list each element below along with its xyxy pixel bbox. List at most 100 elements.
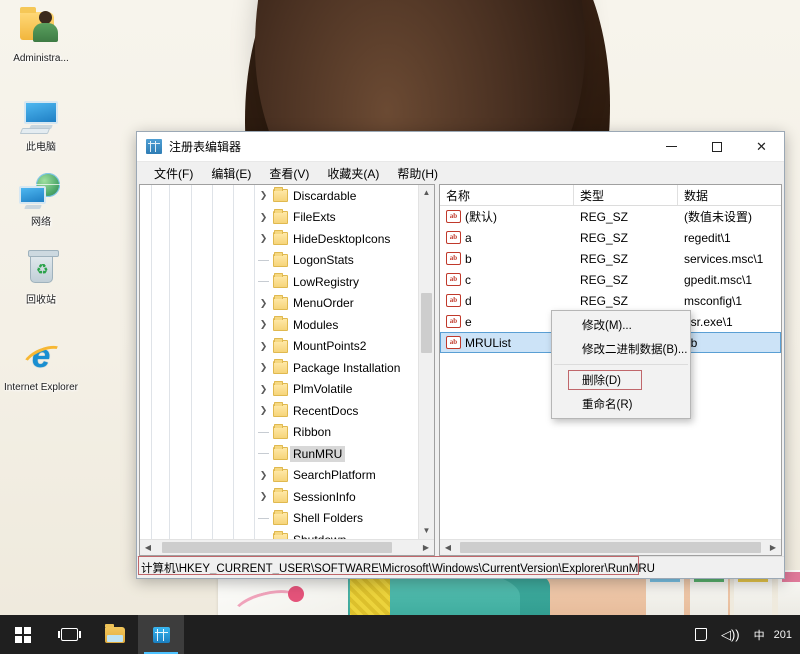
tree-item-label: LowRegistry	[293, 275, 359, 289]
scroll-thumb[interactable]	[421, 293, 432, 353]
tree-item[interactable]: Shutdown	[140, 529, 434, 539]
scroll-right-icon[interactable]: ▶	[418, 543, 434, 552]
chevron-right-icon[interactable]: ❯	[258, 470, 269, 481]
chevron-right-icon[interactable]: ❯	[258, 405, 269, 416]
chevron-right-icon[interactable]: ❯	[258, 212, 269, 223]
chevron-right-icon[interactable]: ❯	[258, 298, 269, 309]
value-row[interactable]: abcREG_SZgpedit.msc\1	[440, 269, 781, 290]
windows-logo-icon	[15, 627, 31, 643]
tree-item[interactable]: ❯HideDesktopIcons	[140, 228, 434, 250]
chevron-right-icon[interactable]: ❯	[258, 319, 269, 330]
tree-item-label: MountPoints2	[293, 339, 366, 353]
chevron-right-icon[interactable]: ❯	[258, 362, 269, 373]
desktop-icon-recycle-bin[interactable]: ♻ 回收站	[4, 250, 78, 306]
tree-item[interactable]: ❯FileExts	[140, 207, 434, 229]
chevron-right-icon[interactable]: ❯	[258, 491, 269, 502]
tree-item-label: RunMRU	[290, 446, 345, 462]
wallpaper-pink-dot	[288, 586, 304, 602]
file-explorer-button[interactable]	[92, 615, 138, 654]
column-header-type[interactable]: 类型	[574, 185, 678, 205]
menu-edit[interactable]: 编辑(E)	[202, 163, 260, 184]
start-button[interactable]	[0, 615, 46, 654]
scroll-right-icon[interactable]: ▶	[765, 543, 781, 552]
scroll-left-icon[interactable]: ◀	[440, 543, 456, 552]
folder-icon	[273, 189, 288, 202]
scroll-thumb-h[interactable]	[460, 542, 761, 553]
ime-tray-button[interactable]: 中	[747, 615, 772, 654]
tree-item[interactable]: ❯SessionInfo	[140, 486, 434, 508]
tree-item[interactable]: RunMRU	[140, 443, 434, 465]
window-title: 注册表编辑器	[169, 138, 649, 155]
desktop-icon-network[interactable]: 网络	[4, 172, 78, 228]
tree-scroll-area: ❯Discardable❯FileExts❯HideDesktopIconsLo…	[140, 185, 434, 539]
menu-file[interactable]: 文件(F)	[145, 163, 202, 184]
tree-item[interactable]: ❯ MenuOrder	[140, 293, 434, 315]
task-view-icon	[61, 628, 78, 641]
value-row[interactable]: abbREG_SZservices.msc\1	[440, 248, 781, 269]
menu-favorites[interactable]: 收藏夹(A)	[318, 163, 388, 184]
chevron-right-icon[interactable]: ❯	[258, 233, 269, 244]
title-bar[interactable]: 注册表编辑器 ✕	[137, 132, 784, 162]
scroll-left-icon[interactable]: ◀	[140, 543, 156, 552]
folder-icon	[273, 404, 288, 417]
menu-help[interactable]: 帮助(H)	[388, 163, 447, 184]
tree-vertical-scrollbar[interactable]: ▲ ▼	[418, 185, 434, 539]
tree-horizontal-scrollbar[interactable]: ◀ ▶	[140, 539, 434, 555]
tree-item[interactable]: ❯Modules	[140, 314, 434, 336]
notification-icon	[695, 628, 707, 641]
tree-item-label: MenuOrder	[293, 296, 354, 310]
tree-item-label: RecentDocs	[293, 404, 358, 418]
tree-item[interactable]: LogonStats	[140, 250, 434, 272]
desktop-icon-internet-explorer[interactable]: e Internet Explorer	[4, 337, 78, 393]
tree-item[interactable]: Ribbon	[140, 422, 434, 444]
column-header-name[interactable]: 名称	[440, 185, 574, 205]
tree-item[interactable]: ❯Package Installation	[140, 357, 434, 379]
desktop-icon-administrator[interactable]: Administra...	[4, 8, 78, 64]
context-menu-item-rename[interactable]: 重命名(R)	[552, 392, 690, 416]
desktop-icon-this-pc[interactable]: 此电脑	[4, 97, 78, 153]
context-menu-item-delete[interactable]: 删除(D)	[552, 368, 690, 392]
registry-path: 计算机\HKEY_CURRENT_USER\SOFTWARE\Microsoft…	[141, 560, 655, 576]
values-horizontal-scrollbar[interactable]: ◀ ▶	[440, 539, 781, 555]
close-button[interactable]: ✕	[739, 132, 784, 161]
speaker-icon: ◁))	[721, 627, 740, 643]
folder-icon	[273, 512, 288, 525]
clock[interactable]: 201	[772, 629, 796, 641]
value-row[interactable]: abdREG_SZmsconfig\1	[440, 290, 781, 311]
scroll-up-icon[interactable]: ▲	[419, 185, 434, 201]
tree-item-label: Ribbon	[293, 425, 331, 439]
value-row[interactable]: ab(默认)REG_SZ(数值未设置)	[440, 206, 781, 227]
string-value-icon: ab	[446, 336, 461, 349]
value-name: a	[465, 231, 472, 245]
tree-item[interactable]: ❯Discardable	[140, 185, 434, 207]
folder-icon	[273, 340, 288, 353]
maximize-button[interactable]	[694, 132, 739, 161]
value-type: REG_SZ	[580, 231, 628, 245]
tree-item[interactable]: LowRegistry	[140, 271, 434, 293]
task-view-button[interactable]	[46, 615, 92, 654]
tree-item-label: SearchPlatform	[293, 468, 376, 482]
tree-item[interactable]: ❯ SearchPlatform	[140, 465, 434, 487]
context-menu-item-modify[interactable]: 修改(M)...	[552, 313, 690, 337]
chevron-right-icon[interactable]: ❯	[258, 384, 269, 395]
context-menu-item-modify-binary[interactable]: 修改二进制数据(B)...	[552, 337, 690, 361]
user-folder-icon	[18, 8, 64, 50]
scroll-down-icon[interactable]: ▼	[419, 523, 434, 539]
value-data: psr.exe\1	[684, 315, 733, 329]
volume-tray-button[interactable]: ◁))	[714, 615, 747, 654]
minimize-button[interactable]	[649, 132, 694, 161]
chevron-right-icon[interactable]: ❯	[258, 190, 269, 201]
tree-item[interactable]: Shell Folders	[140, 508, 434, 530]
desktop-icon-label: 回收站	[4, 295, 78, 306]
scroll-thumb-h[interactable]	[162, 542, 392, 553]
value-row[interactable]: abaREG_SZregedit\1	[440, 227, 781, 248]
chevron-right-icon[interactable]: ❯	[258, 341, 269, 352]
value-data: regedit\1	[684, 231, 731, 245]
column-header-data[interactable]: 数据	[678, 185, 781, 205]
regedit-taskbar-button[interactable]	[138, 615, 184, 654]
tree-item[interactable]: ❯ MountPoints2	[140, 336, 434, 358]
tree-item[interactable]: ❯PlmVolatile	[140, 379, 434, 401]
menu-view[interactable]: 查看(V)	[260, 163, 318, 184]
notification-tray-button[interactable]	[688, 615, 714, 654]
tree-item[interactable]: ❯ RecentDocs	[140, 400, 434, 422]
